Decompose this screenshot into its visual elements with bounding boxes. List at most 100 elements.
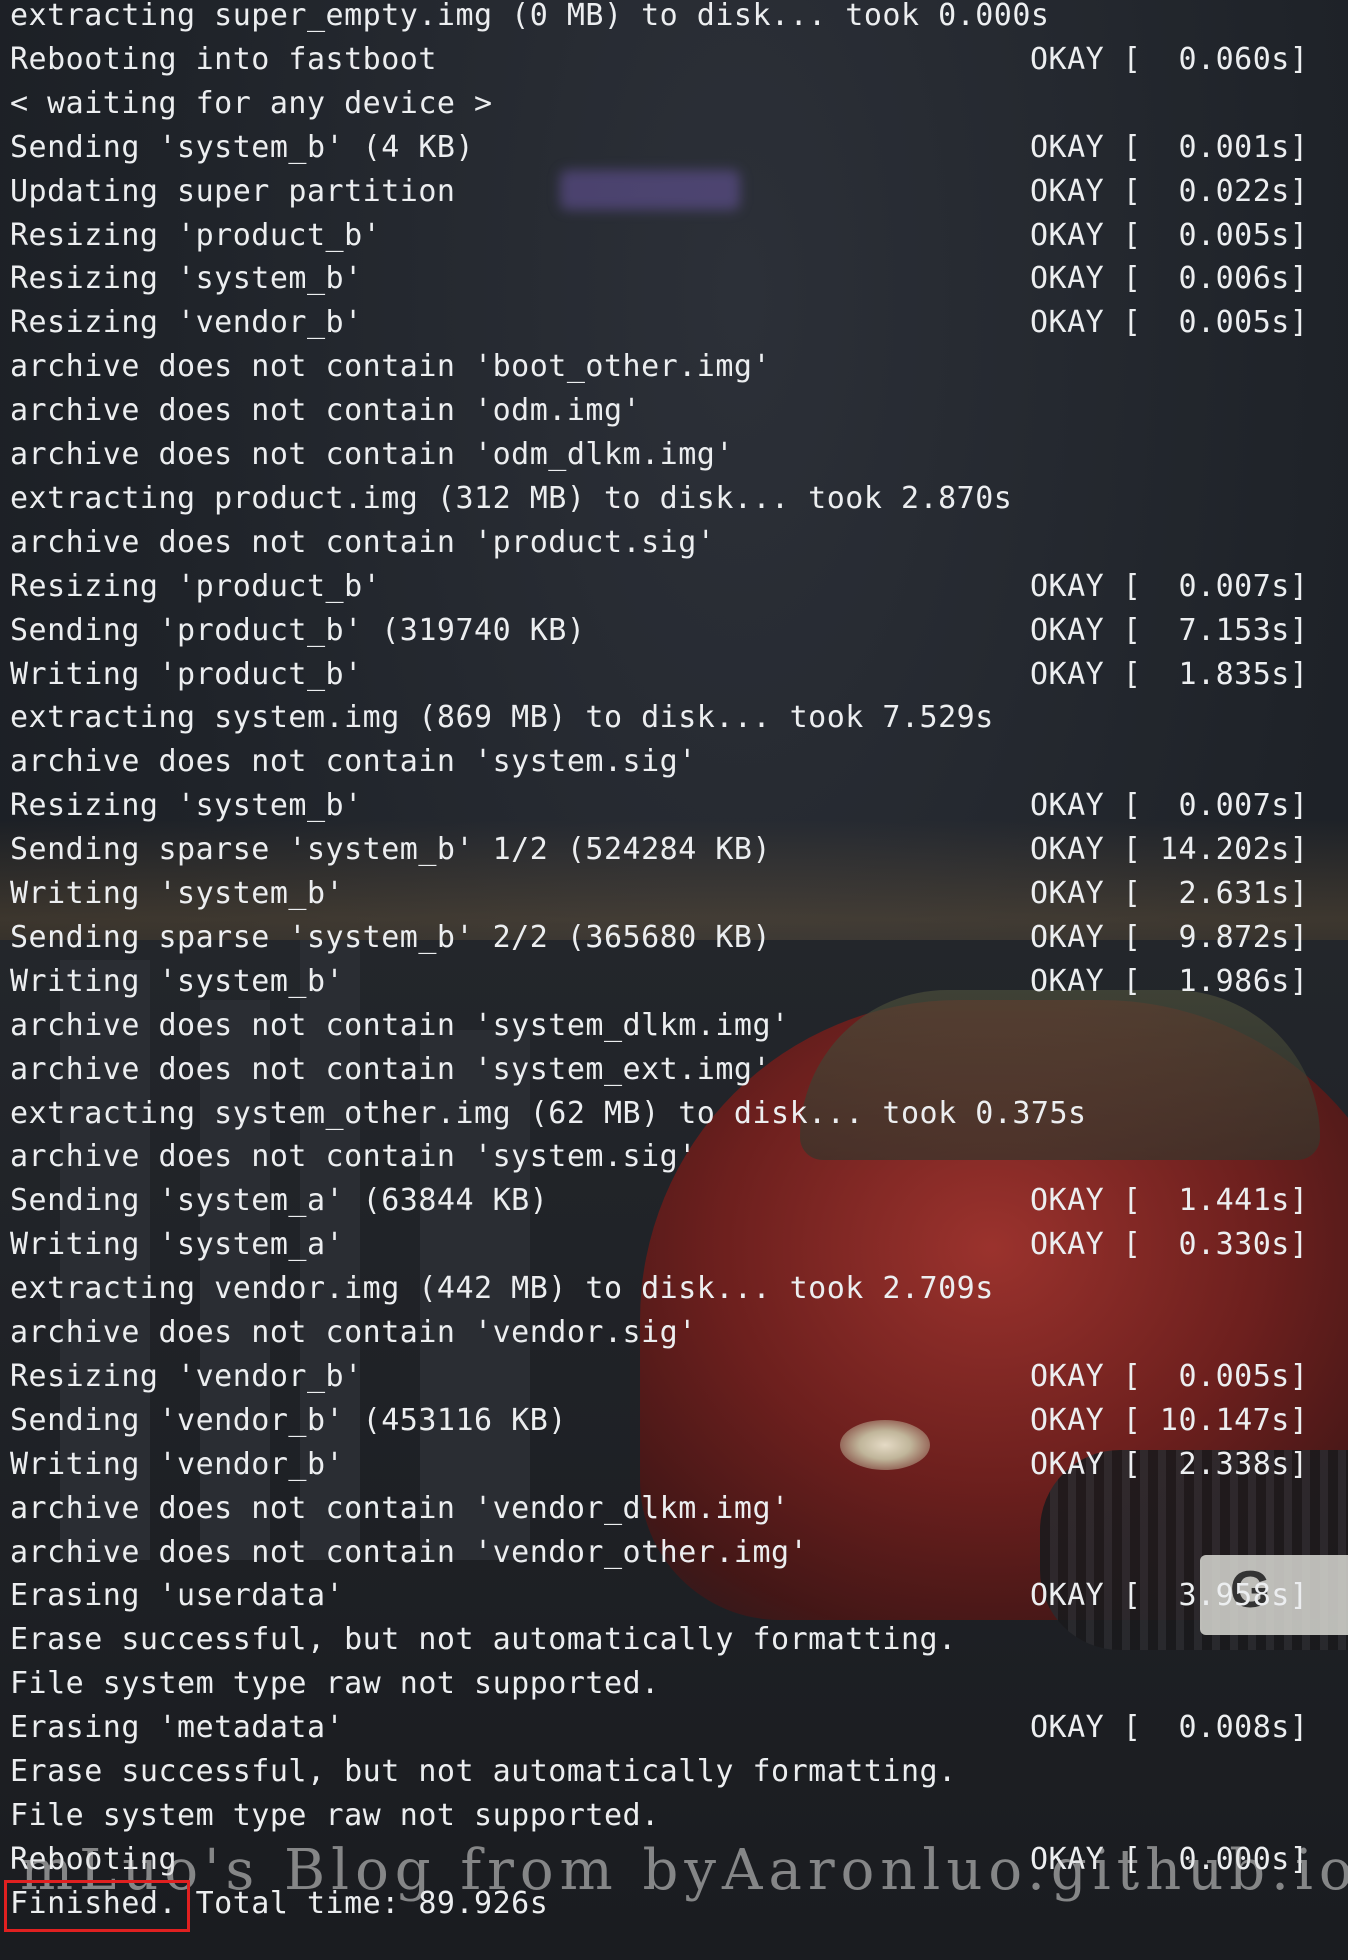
terminal-line-status: OKAY [ 0.001s] [1030,129,1309,165]
terminal-line-status: OKAY [ 0.022s] [1030,173,1309,209]
terminal-line-status: OKAY [ 7.153s] [1030,612,1309,648]
terminal-line: Resizing 'product_b' OKAY [ 0.007s] [10,565,1338,609]
terminal-line-status: OKAY [ 0.005s] [1030,305,1309,341]
terminal-line-text: archive does not contain 'vendor.sig' [10,1315,697,1350]
terminal-line: Writing 'system_b' OKAY [ 1.986s] [10,960,1338,1004]
terminal-line-text: Erase successful, but not automatically … [10,1754,957,1789]
terminal-line: Resizing 'system_b' OKAY [ 0.007s] [10,784,1338,828]
terminal-line: extracting super_empty.img (0 MB) to dis… [10,0,1338,38]
terminal-line-status: OKAY [ 0.007s] [1030,788,1309,824]
terminal-line: File system type raw not supported. [10,1794,1338,1838]
terminal-line-text: Resizing 'vendor_b' [10,1358,363,1394]
terminal-line-text: Writing 'system_a' [10,1227,345,1263]
terminal-line: archive does not contain 'boot_other.img… [10,345,1338,389]
terminal-line-text: archive does not contain 'odm_dlkm.img' [10,437,734,472]
terminal-line-text: Updating super partition [10,173,456,209]
terminal-line: archive does not contain 'product.sig' [10,521,1338,565]
terminal-line: archive does not contain 'odm_dlkm.img' [10,433,1338,477]
terminal-line-status: OKAY [ 2.338s] [1030,1446,1309,1482]
terminal-line-status: OKAY [ 0.007s] [1030,568,1309,604]
terminal-line-text: Sending 'system_b' (4 KB) [10,129,475,165]
terminal-line-status: OKAY [ 0.006s] [1030,261,1309,297]
terminal-line-text: Erasing 'metadata' [10,1710,345,1746]
terminal-line-text: archive does not contain 'system_dlkm.im… [10,1007,790,1043]
terminal-line-status: OKAY [ 14.202s] [1030,832,1309,868]
terminal-line-text: Sending sparse 'system_b' 2/2 (365680 KB… [10,919,772,955]
terminal-line-text: extracting super_empty.img (0 MB) to dis… [10,0,1050,33]
terminal-line-status: OKAY [ 0.005s] [1030,1358,1309,1394]
terminal-line-text: Rebooting into fastboot [10,41,437,77]
terminal-line-status: OKAY [ 0.330s] [1030,1227,1309,1263]
terminal-line-text: Writing 'vendor_b' [10,1446,345,1482]
terminal-line: Sending 'product_b' (319740 KB) OKAY [ 7.… [10,609,1338,653]
terminal-line: archive does not contain 'vendor.sig' [10,1311,1338,1355]
terminal-line-status: OKAY [ 0.005s] [1030,217,1309,253]
terminal-output[interactable]: extracting super_empty.img (0 MB) to dis… [10,0,1338,1960]
terminal-line: Erase successful, but not automatically … [10,1750,1338,1794]
terminal-line-text: File system type raw not supported. [10,1797,660,1833]
terminal-line: archive does not contain 'system.sig' [10,740,1338,784]
terminal-line-text: Resizing 'product_b' [10,217,382,253]
terminal-line: Writing 'product_b' OKAY [ 1.835s] [10,653,1338,697]
terminal-line-text: archive does not contain 'boot_other.img… [10,349,772,385]
terminal-line: Erasing 'userdata' OKAY [ 3.958s] [10,1574,1338,1618]
terminal-line-text: extracting product.img (312 MB) to disk.… [10,480,1013,516]
terminal-line: Resizing 'system_b' OKAY [ 0.006s] [10,257,1338,301]
terminal-line: archive does not contain 'vendor_dlkm.im… [10,1487,1338,1531]
terminal-line: archive does not contain 'odm.img' [10,389,1338,433]
terminal-line-status: OKAY [ 1.986s] [1030,963,1309,999]
terminal-line: Writing 'system_b' OKAY [ 2.631s] [10,872,1338,916]
terminal-line: Rebooting into fastboot OKAY [ 0.060s] [10,38,1338,82]
terminal-line: < waiting for any device > [10,82,1338,126]
terminal-line-text: archive does not contain 'vendor_other.i… [10,1534,809,1570]
terminal-line: Erase successful, but not automatically … [10,1618,1338,1662]
terminal-line-text: extracting system_other.img (62 MB) to d… [10,1095,1087,1131]
terminal-line-text: archive does not contain 'system_ext.img… [10,1051,772,1087]
terminal-line: Resizing 'vendor_b' OKAY [ 0.005s] [10,301,1338,345]
terminal-line: extracting system_other.img (62 MB) to d… [10,1092,1338,1136]
terminal-line-status: OKAY [ 0.008s] [1030,1710,1309,1746]
terminal-line-text: Erasing 'userdata' [10,1578,345,1614]
terminal-line-text: archive does not contain 'product.sig' [10,524,716,560]
terminal-line-text: Sending 'vendor_b' (453116 KB) [10,1402,567,1438]
terminal-line: Sending 'system_b' (4 KB) OKAY [ 0.001s] [10,126,1338,170]
terminal-line-text: Writing 'product_b' [10,656,363,692]
terminal-line-text: Erase successful, but not automatically … [10,1622,957,1658]
terminal-line-text: archive does not contain 'odm.img' [10,393,642,429]
terminal-line-text: Sending sparse 'system_b' 1/2 (524284 KB… [10,832,772,868]
terminal-line-status: OKAY [ 10.147s] [1030,1402,1309,1438]
terminal-line-status: OKAY [ 3.958s] [1030,1578,1309,1614]
terminal-line-text: Resizing 'product_b' [10,568,382,604]
blog-watermark: mLuo's Blog from byAaronluo.github.io [20,1838,1348,1903]
terminal-line-text: Writing 'system_b' [10,876,345,911]
terminal-line: archive does not contain 'system.sig' [10,1135,1338,1179]
terminal-line: archive does not contain 'system_ext.img… [10,1048,1338,1092]
terminal-line: Writing 'system_a' OKAY [ 0.330s] [10,1223,1338,1267]
terminal-line-text: < waiting for any device > [10,85,493,121]
terminal-line-text: Resizing 'vendor_b' [10,305,363,341]
terminal-line-text: archive does not contain 'system.sig' [10,1139,697,1175]
terminal-line-text: Resizing 'system_b' [10,261,363,297]
terminal-line: Updating super partition OKAY [ 0.022s] [10,170,1338,214]
terminal-line: Sending sparse 'system_b' 2/2 (365680 KB… [10,916,1338,960]
terminal-line: Resizing 'product_b' OKAY [ 0.005s] [10,214,1338,258]
terminal-line: extracting system.img (869 MB) to disk..… [10,696,1338,740]
terminal-line-text: Sending 'system_a' (63844 KB) [10,1183,549,1219]
terminal-line-status: OKAY [ 2.631s] [1030,876,1309,911]
terminal-line: Sending 'vendor_b' (453116 KB) OKAY [ 10.… [10,1399,1338,1443]
terminal-line: archive does not contain 'system_dlkm.im… [10,1004,1338,1048]
terminal-line: archive does not contain 'vendor_other.i… [10,1531,1338,1575]
terminal-line: Resizing 'vendor_b' OKAY [ 0.005s] [10,1355,1338,1399]
terminal-line: extracting product.img (312 MB) to disk.… [10,477,1338,521]
terminal-line: extracting vendor.img (442 MB) to disk..… [10,1267,1338,1311]
terminal-line-status: OKAY [ 1.835s] [1030,656,1309,692]
terminal-line-status: OKAY [ 1.441s] [1030,1183,1309,1219]
terminal-line-text: archive does not contain 'vendor_dlkm.im… [10,1490,790,1526]
terminal-line-text: Resizing 'system_b' [10,788,363,824]
terminal-line-text: extracting vendor.img (442 MB) to disk..… [10,1271,994,1307]
terminal-line-text: archive does not contain 'system.sig' [10,744,697,780]
terminal-line: Erasing 'metadata' OKAY [ 0.008s] [10,1706,1338,1750]
terminal-line-text: Writing 'system_b' [10,963,345,999]
terminal-line-status: OKAY [ 0.060s] [1030,41,1309,77]
terminal-line-status: OKAY [ 9.872s] [1030,919,1309,955]
